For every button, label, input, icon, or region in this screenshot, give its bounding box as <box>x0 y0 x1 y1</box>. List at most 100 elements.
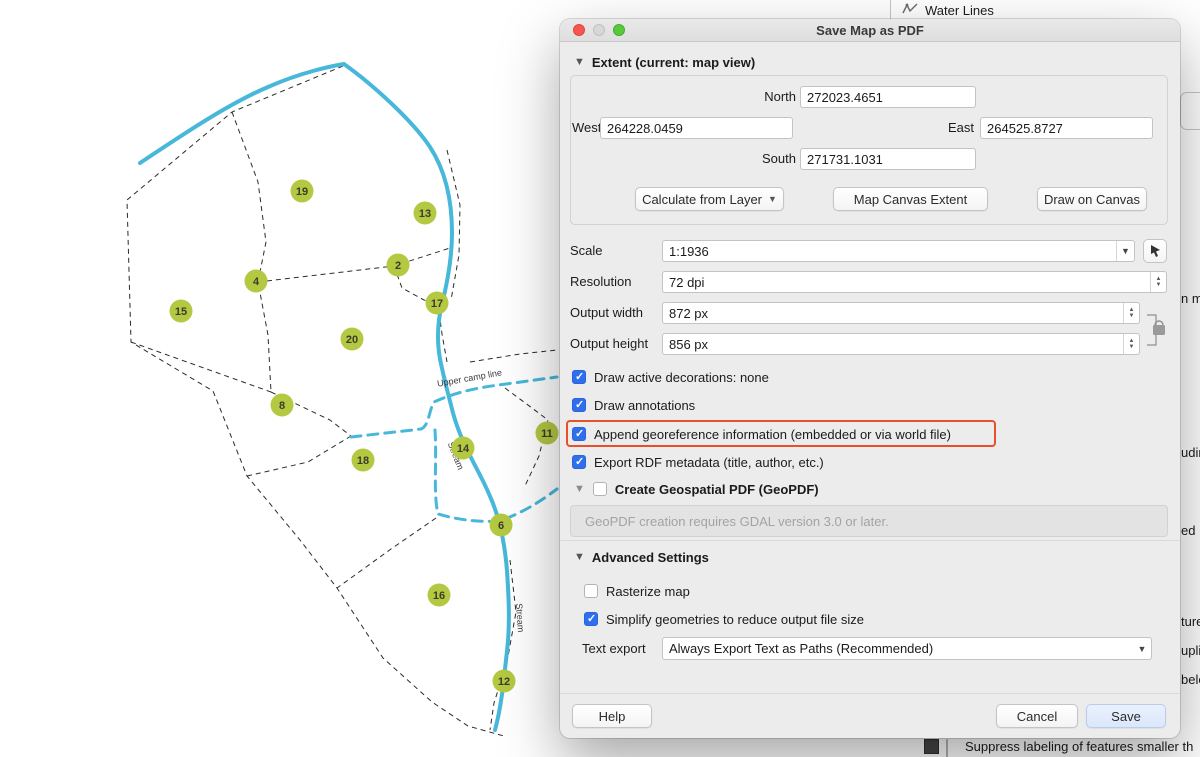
output-width-spinbox[interactable]: 872 px ▲▼ <box>662 302 1140 324</box>
resolution-spinbox[interactable]: 72 dpi ▲▼ <box>662 271 1167 293</box>
map-marker[interactable]: 6 <box>490 514 513 537</box>
create-geopdf-row[interactable]: ▼ Create Geospatial PDF (GeoPDF) <box>574 478 819 500</box>
footer-divider <box>560 693 1180 694</box>
cursor-icon <box>1148 244 1162 258</box>
rasterize-checkbox[interactable] <box>584 584 598 598</box>
map-marker[interactable]: 19 <box>291 180 314 203</box>
river-line <box>140 64 509 730</box>
extent-section-header[interactable]: ▼ Extent (current: map view) <box>574 52 755 72</box>
export-rdf-checkbox[interactable] <box>572 455 586 469</box>
export-rdf-label: Export RDF metadata (title, author, etc.… <box>594 455 824 470</box>
close-button[interactable] <box>573 24 585 36</box>
north-input[interactable] <box>800 86 976 108</box>
create-geopdf-checkbox[interactable] <box>593 482 607 496</box>
draw-annotations-row[interactable]: Draw annotations <box>572 394 695 416</box>
output-width-label: Output width <box>570 302 643 324</box>
map-marker[interactable]: 18 <box>352 449 375 472</box>
east-input[interactable] <box>980 117 1153 139</box>
clipped-panel-button <box>1180 92 1200 130</box>
advanced-section-header[interactable]: ▼ Advanced Settings <box>574 547 709 567</box>
layer-label: Water Lines <box>925 3 994 18</box>
map-marker[interactable]: 15 <box>170 300 193 323</box>
layer-item-water-lines[interactable]: Water Lines <box>902 1 994 19</box>
draw-decorations-label: Draw active decorations: none <box>594 370 769 385</box>
append-georeference-checkbox[interactable] <box>572 427 586 441</box>
scale-value: 1:1936 <box>663 244 1116 259</box>
save-button[interactable]: Save <box>1086 704 1166 728</box>
zoom-button[interactable] <box>613 24 625 36</box>
geopdf-note: GeoPDF creation requires GDAL version 3.… <box>570 505 1168 537</box>
map-marker[interactable]: 8 <box>271 394 294 417</box>
lock-aspect-ratio-icon[interactable] <box>1146 311 1166 354</box>
stepper-buttons[interactable]: ▲▼ <box>1123 334 1139 354</box>
chevron-down-icon: ▼ <box>768 194 777 204</box>
chevron-down-icon[interactable]: ▼ <box>1133 638 1151 659</box>
map-marker[interactable]: 17 <box>426 292 449 315</box>
svg-text:14: 14 <box>457 443 470 455</box>
simplify-checkbox[interactable] <box>584 612 598 626</box>
color-swatch[interactable] <box>924 739 939 754</box>
map-marker-layer: 19 13 2 4 17 15 20 8 11 14 18 6 16 12 <box>170 180 559 693</box>
draw-annotations-checkbox[interactable] <box>572 398 586 412</box>
export-rdf-row[interactable]: Export RDF metadata (title, author, etc.… <box>572 451 824 473</box>
chevron-down-icon[interactable]: ▼ <box>1116 241 1134 261</box>
draw-decorations-row[interactable]: Draw active decorations: none <box>572 366 769 388</box>
line-symbol-icon <box>902 2 919 19</box>
advanced-section-title: Advanced Settings <box>592 550 709 565</box>
clipped-panel-text: upli <box>1181 643 1200 659</box>
map-canvas-extent-button[interactable]: Map Canvas Extent <box>833 187 988 211</box>
extent-section-title: Extent (current: map view) <box>592 55 755 70</box>
water-lines-layer <box>140 64 557 730</box>
svg-text:12: 12 <box>498 676 510 688</box>
section-divider <box>560 540 1180 541</box>
north-label: North <box>716 86 796 108</box>
svg-text:15: 15 <box>175 306 187 318</box>
calculate-from-layer-button[interactable]: Calculate from Layer▼ <box>635 187 784 211</box>
map-marker[interactable]: 12 <box>493 670 516 693</box>
clipped-panel-text: ture <box>1181 614 1200 630</box>
chevron-down-icon[interactable]: ▼ <box>574 484 585 495</box>
draw-annotations-label: Draw annotations <box>594 398 695 413</box>
simplify-row[interactable]: Simplify geometries to reduce output fil… <box>584 608 864 630</box>
cancel-button[interactable]: Cancel <box>996 704 1078 728</box>
map-marker[interactable]: 16 <box>428 584 451 607</box>
minimize-button[interactable] <box>593 24 605 36</box>
suppress-labeling-label: Suppress labeling of features smaller th <box>965 739 1193 754</box>
scale-combobox[interactable]: 1:1936 ▼ <box>662 240 1135 262</box>
map-marker[interactable]: 11 <box>536 422 559 445</box>
help-button[interactable]: Help <box>572 704 652 728</box>
suppress-labeling-checkbox[interactable] <box>946 739 948 757</box>
clipped-panel-text: bele <box>1181 672 1200 688</box>
south-label: South <box>716 148 796 170</box>
dialog-title: Save Map as PDF <box>816 23 924 38</box>
map-marker[interactable]: 20 <box>341 328 364 351</box>
dialog-titlebar[interactable]: Save Map as PDF <box>560 19 1180 42</box>
text-export-dropdown[interactable]: Always Export Text as Paths (Recommended… <box>662 637 1152 660</box>
map-marker[interactable]: 13 <box>414 202 437 225</box>
svg-text:18: 18 <box>357 455 369 467</box>
stepper-buttons[interactable]: ▲▼ <box>1123 303 1139 323</box>
text-export-value: Always Export Text as Paths (Recommended… <box>663 641 1133 656</box>
svg-text:13: 13 <box>419 208 431 220</box>
panel-divider <box>890 0 891 20</box>
west-input[interactable] <box>600 117 793 139</box>
draw-on-canvas-button[interactable]: Draw on Canvas <box>1037 187 1147 211</box>
qgis-screen: Upper camp lineStreamStream 191324171520… <box>0 0 1200 757</box>
chevron-down-icon[interactable]: ▼ <box>574 552 585 563</box>
pick-scale-from-map-button[interactable] <box>1143 239 1167 263</box>
map-marker[interactable]: 2 <box>387 254 410 277</box>
svg-text:17: 17 <box>431 298 443 310</box>
map-marker[interactable]: 14 <box>452 437 475 460</box>
rasterize-row[interactable]: Rasterize map <box>584 580 690 602</box>
south-input[interactable] <box>800 148 976 170</box>
svg-text:20: 20 <box>346 334 358 346</box>
append-georeference-label: Append georeference information (embedde… <box>594 427 951 442</box>
output-height-spinbox[interactable]: 856 px ▲▼ <box>662 333 1140 355</box>
draw-decorations-checkbox[interactable] <box>572 370 586 384</box>
rasterize-label: Rasterize map <box>606 584 690 599</box>
map-marker[interactable]: 4 <box>245 270 268 293</box>
append-georeference-row[interactable]: Append georeference information (embedde… <box>572 423 951 445</box>
svg-text:19: 19 <box>296 186 308 198</box>
chevron-down-icon[interactable]: ▼ <box>574 57 585 68</box>
stepper-buttons[interactable]: ▲▼ <box>1150 272 1166 292</box>
